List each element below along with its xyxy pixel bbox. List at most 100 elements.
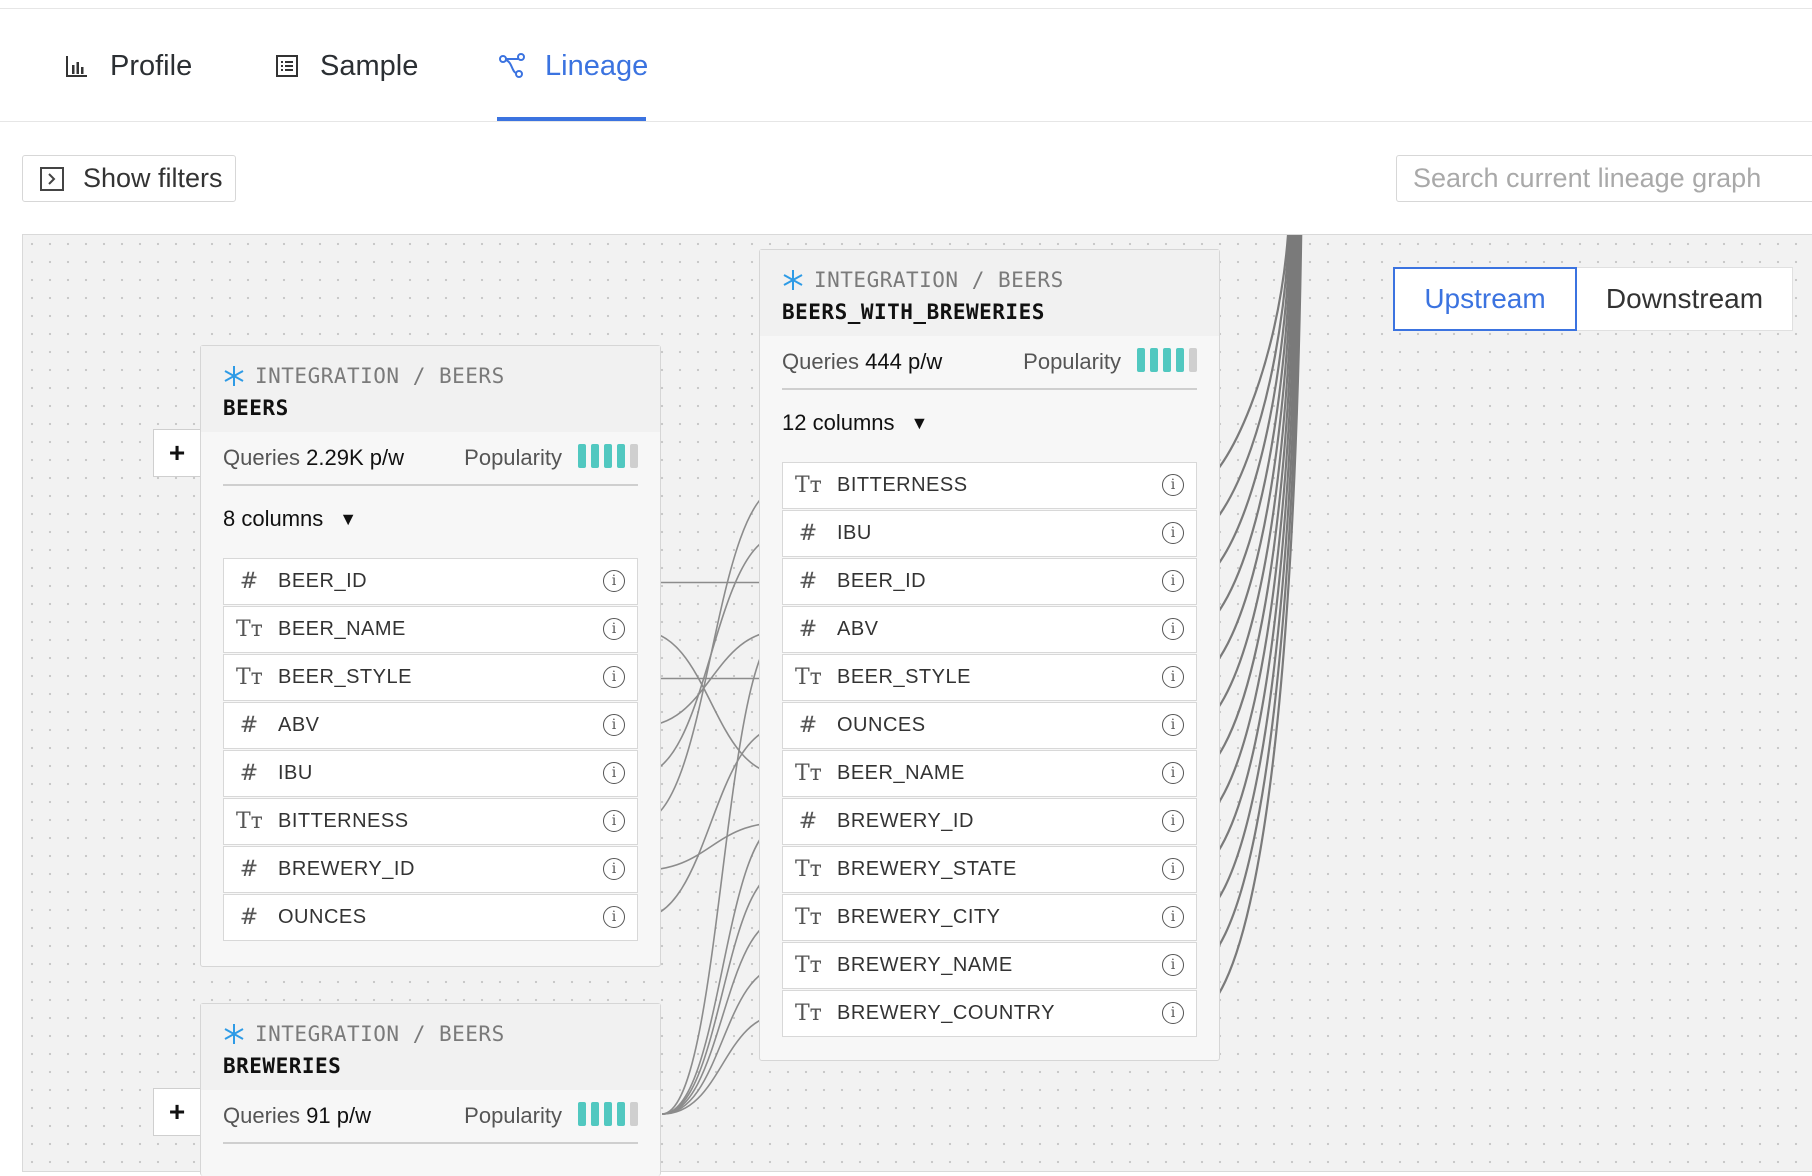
column-row[interactable]: # ABV i: [782, 606, 1197, 653]
column-row[interactable]: # ABV i: [223, 702, 638, 749]
number-type-icon: #: [239, 713, 259, 738]
text-type-icon: Tт: [236, 809, 263, 834]
column-row[interactable]: # IBU i: [782, 510, 1197, 557]
info-icon[interactable]: i: [1162, 810, 1184, 832]
info-icon[interactable]: i: [603, 906, 625, 928]
table-node-breweries[interactable]: INTEGRATION / BEERS BREWERIES Queries 91…: [200, 1003, 661, 1176]
column-name: BITTERNESS: [278, 810, 409, 832]
column-name: BEER_NAME: [278, 618, 406, 640]
info-icon[interactable]: i: [603, 810, 625, 832]
column-row[interactable]: Tт BREWERY_NAME i: [782, 942, 1197, 989]
column-name: ABV: [278, 714, 320, 736]
table-node-beers[interactable]: INTEGRATION / BEERS BEERS Queries 2.29K …: [200, 345, 661, 967]
column-row[interactable]: # IBU i: [223, 750, 638, 797]
column-row[interactable]: # BREWERY_ID i: [782, 798, 1197, 845]
text-type-icon: Tт: [795, 1001, 822, 1026]
popularity-bar-segment: [591, 444, 599, 468]
column-name: OUNCES: [278, 906, 367, 928]
column-name: BEER_STYLE: [278, 666, 412, 688]
table-node-beers-with-breweries[interactable]: INTEGRATION / BEERS BEERS_WITH_BREWERIES…: [759, 249, 1220, 1061]
expand-upstream-button[interactable]: +: [153, 1088, 201, 1136]
columns-toggle[interactable]: 12 columns ▼: [782, 410, 1197, 436]
column-name: BREWERY_NAME: [837, 954, 1013, 976]
info-icon[interactable]: i: [1162, 1002, 1184, 1024]
downstream-button[interactable]: Downstream: [1577, 267, 1793, 331]
info-icon[interactable]: i: [1162, 906, 1184, 928]
columns-toggle[interactable]: 8 columns ▼: [223, 506, 638, 532]
node-name: BEERS: [223, 396, 289, 420]
upstream-button[interactable]: Upstream: [1393, 267, 1577, 331]
tab-lineage[interactable]: Lineage: [497, 44, 648, 88]
popularity-bars: [578, 444, 638, 468]
column-row[interactable]: Tт BEER_NAME i: [223, 606, 638, 653]
number-type-icon: #: [798, 809, 818, 834]
column-name: BREWERY_COUNTRY: [837, 1002, 1055, 1024]
column-name: BREWERY_ID: [278, 858, 415, 880]
popularity-bar-segment: [630, 1102, 638, 1126]
text-type-icon: Tт: [795, 473, 822, 498]
column-row[interactable]: Tт BEER_STYLE i: [782, 654, 1197, 701]
column-row[interactable]: Tт BITTERNESS i: [223, 798, 638, 845]
info-icon[interactable]: i: [1162, 522, 1184, 544]
expand-upstream-button[interactable]: +: [153, 429, 201, 477]
show-filters-label: Show filters: [83, 163, 223, 193]
column-name: BEER_NAME: [837, 762, 965, 784]
column-list: # BEER_ID i Tт BEER_NAME i Tт BEER_STYLE i # ABV i #…: [223, 558, 638, 941]
column-row[interactable]: # OUNCES i: [223, 894, 638, 941]
show-filters-button[interactable]: Show filters: [22, 155, 236, 202]
column-row[interactable]: Tт BEER_NAME i: [782, 750, 1197, 797]
lineage-search-input[interactable]: [1396, 155, 1812, 202]
info-icon[interactable]: i: [1162, 954, 1184, 976]
info-icon[interactable]: i: [1162, 474, 1184, 496]
tab-profile[interactable]: Profile: [62, 44, 192, 88]
popularity-bars: [1137, 348, 1197, 372]
info-icon[interactable]: i: [603, 666, 625, 688]
popularity-bar-segment: [1150, 348, 1158, 372]
column-name: BREWERY_ID: [837, 810, 974, 832]
info-icon[interactable]: i: [603, 858, 625, 880]
popularity-bar-segment: [591, 1102, 599, 1126]
column-row[interactable]: Tт BREWERY_CITY i: [782, 894, 1197, 941]
column-row[interactable]: # BEER_ID i: [782, 558, 1197, 605]
column-name: BREWERY_CITY: [837, 906, 1001, 928]
info-icon[interactable]: i: [1162, 762, 1184, 784]
info-icon[interactable]: i: [1162, 570, 1184, 592]
popularity-bar-segment: [1163, 348, 1171, 372]
column-name: IBU: [837, 522, 872, 544]
column-row[interactable]: # BREWERY_ID i: [223, 846, 638, 893]
info-icon[interactable]: i: [1162, 666, 1184, 688]
column-row[interactable]: Tт BREWERY_STATE i: [782, 846, 1197, 893]
column-name: BEER_ID: [278, 570, 368, 592]
node-name: BREWERIES: [223, 1054, 342, 1078]
number-type-icon: #: [798, 569, 818, 594]
info-icon[interactable]: i: [1162, 618, 1184, 640]
column-row[interactable]: # BEER_ID i: [223, 558, 638, 605]
column-name: BREWERY_STATE: [837, 858, 1017, 880]
column-row[interactable]: Tт BITTERNESS i: [782, 462, 1197, 509]
tab-sample-label: Sample: [320, 49, 419, 82]
node-stats: Queries 444 p/w Popularity: [782, 336, 1197, 390]
column-name: OUNCES: [837, 714, 926, 736]
popularity-bar-segment: [1137, 348, 1145, 372]
popularity-bar-segment: [1189, 348, 1197, 372]
info-icon[interactable]: i: [603, 570, 625, 592]
column-row[interactable]: Tт BEER_STYLE i: [223, 654, 638, 701]
column-row[interactable]: Tт BREWERY_COUNTRY i: [782, 990, 1197, 1037]
text-type-icon: Tт: [795, 905, 822, 930]
info-icon[interactable]: i: [603, 714, 625, 736]
info-icon[interactable]: i: [603, 762, 625, 784]
info-icon[interactable]: i: [1162, 858, 1184, 880]
popularity-bar-segment: [617, 444, 625, 468]
lineage-icon: [497, 51, 527, 81]
popularity-bar-segment: [604, 1102, 612, 1126]
node-header: INTEGRATION / BEERS BREWERIES: [201, 1004, 660, 1090]
popularity-bars: [578, 1102, 638, 1126]
tab-sample[interactable]: Sample: [272, 44, 418, 88]
number-type-icon: #: [239, 857, 259, 882]
bar-chart-icon: [62, 51, 92, 81]
info-icon[interactable]: i: [603, 618, 625, 640]
number-type-icon: #: [239, 569, 259, 594]
popularity-bar-segment: [617, 1102, 625, 1126]
info-icon[interactable]: i: [1162, 714, 1184, 736]
column-row[interactable]: # OUNCES i: [782, 702, 1197, 749]
